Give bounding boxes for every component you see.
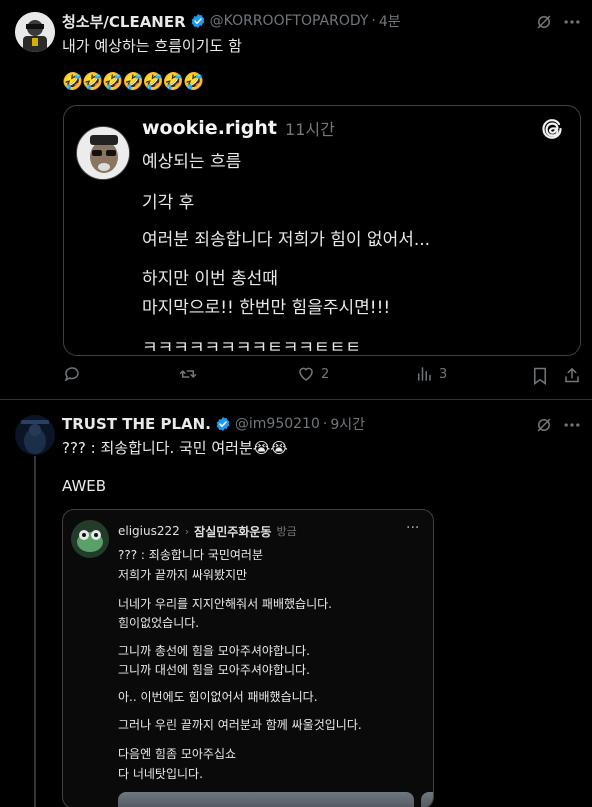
thread-line: [34, 456, 36, 807]
quote2-line: 그니까 총선에 힘을 모아주셔야합니다.: [118, 644, 310, 658]
quote-author-name: wookie.right: [142, 117, 278, 139]
quote2-line: 다 너네탓입니다.: [118, 767, 203, 781]
quote-line: 예상되는 흐름: [142, 152, 242, 172]
post1-author-name[interactable]: 청소부/CLEANER: [62, 11, 186, 32]
quote2-community: 잠실민주화운동: [194, 524, 272, 539]
post1-avatar[interactable]: [15, 12, 55, 52]
quote2-line: 저희가 끝까지 싸워봤지만: [118, 568, 248, 582]
post-2[interactable]: TRUST THE PLAN. @im950210 · 9시간 ??? : 죄송…: [0, 401, 592, 807]
post2-handle[interactable]: @im950210: [235, 416, 320, 432]
chevron-right-icon: ›: [184, 524, 190, 538]
separator-dot: ·: [322, 416, 328, 432]
quoted-image-threads[interactable]: wookie.right 11시간 예상되는 흐름 기각 후 여러분 죄송합니다…: [63, 105, 581, 356]
views-button[interactable]: 3: [415, 365, 447, 383]
more-options-icon[interactable]: [562, 416, 582, 434]
post2-text-line2: AWEB: [62, 477, 107, 495]
like-button[interactable]: 2: [297, 365, 329, 383]
verified-badge-icon: [216, 417, 230, 431]
views-count: 3: [439, 366, 448, 382]
quote-line: 마지막으로!! 한번만 힘을주시면!!!: [142, 298, 391, 318]
like-count: 2: [321, 366, 330, 382]
post2-author-name[interactable]: TRUST THE PLAN.: [62, 415, 211, 433]
repost-button[interactable]: [178, 365, 204, 383]
reply-icon: [64, 367, 79, 382]
grok-icon[interactable]: [535, 13, 553, 31]
quote-line: 여러분 죄송합니다 저희가 힘이 없어서...: [142, 230, 431, 250]
heart-icon: [299, 367, 313, 381]
views-icon: [418, 367, 431, 381]
quote-time: 11시간: [285, 120, 335, 139]
post1-text: 내가 예상하는 흐름이기도 함: [62, 37, 242, 55]
quote2-line: 그니까 대선에 힘을 모아주셔야합니다.: [118, 663, 310, 677]
quote2-line: 힘이없었습니다.: [118, 616, 200, 630]
post1-time[interactable]: 4분: [379, 11, 401, 31]
quote2-more-icon: ···: [406, 520, 420, 536]
quote2-line: 그러나 우린 끝까지 여러분과 함께 싸울것입니다.: [118, 718, 362, 732]
post2-avatar[interactable]: [15, 415, 55, 455]
post1-handle[interactable]: @KORROOFTOPARODY: [210, 13, 369, 29]
more-options-icon[interactable]: [562, 13, 582, 31]
quote-author-avatar: [76, 126, 130, 180]
quote2-line: 다음엔 힘좀 모아주십쇼: [118, 747, 237, 761]
separator-dot: ·: [371, 13, 376, 29]
post-1[interactable]: 청소부/CLEANER @KORROOFTOPARODY · 4분 내가 예상하…: [0, 0, 592, 400]
repost-icon: [179, 370, 197, 378]
post2-text-line1: ??? : 죄송합니다. 국민 여러분😭😭: [62, 439, 288, 457]
quote2-time: 방금: [276, 525, 297, 538]
quote2-line: 너네가 우리를 지지안해줘서 패배했습니다.: [118, 597, 332, 611]
post2-time[interactable]: 9시간: [330, 414, 365, 434]
quote2-line: ??? : 죄송합니다 국민여러분: [118, 548, 263, 562]
bookmark-icon[interactable]: [532, 367, 548, 385]
quoted-image-community[interactable]: eligius222 › 잠실민주화운동 방금 ··· ??? : 죄송합니다 …: [62, 509, 434, 807]
post1-emojis: 🤣🤣🤣🤣🤣🤣🤣: [62, 72, 204, 92]
quote2-author-name: eligius222: [118, 524, 180, 538]
share-icon[interactable]: [563, 366, 581, 385]
quote-line: 하지만 이번 총선때: [142, 269, 278, 289]
quote-line: ㅋㅋㅋㅋㅋㅋㅋㅋㅌㅋㅋㅌㅌㅌ: [142, 338, 361, 356]
quote-line: 기각 후: [142, 193, 195, 213]
threads-logo-icon: [542, 119, 562, 139]
attached-photo: [118, 792, 414, 807]
grok-icon[interactable]: [535, 416, 553, 434]
quote2-line: 아.. 이번에도 힘이없어서 패배했습니다.: [118, 690, 318, 704]
attached-photo: [421, 792, 433, 807]
verified-badge-icon: [191, 14, 204, 28]
post1-action-bar: 2 3: [0, 365, 592, 393]
reply-button[interactable]: [63, 365, 87, 383]
quote2-author-avatar: [71, 520, 109, 558]
